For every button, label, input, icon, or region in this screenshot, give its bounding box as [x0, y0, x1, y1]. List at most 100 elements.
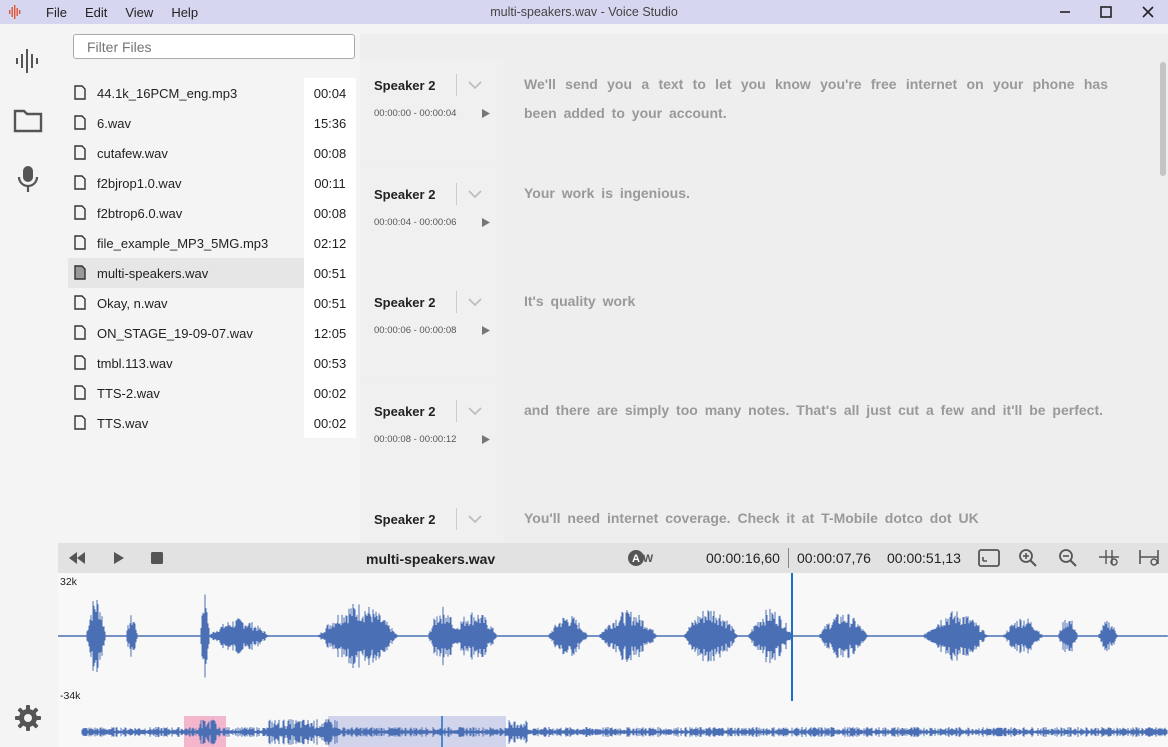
speaker-separator — [456, 399, 457, 422]
waveform-icon — [16, 49, 38, 73]
chevron-down-icon[interactable] — [468, 514, 482, 524]
file-name-cell[interactable]: file_example_MP3_5MG.mp3 — [68, 228, 304, 258]
speaker-separator — [456, 508, 457, 530]
file-list-item[interactable]: tmbl.113.wav 00:53 — [68, 348, 356, 378]
window-title: multi-speakers.wav - Voice Studio — [490, 5, 678, 19]
maximize-button[interactable] — [1094, 2, 1118, 22]
close-button[interactable] — [1136, 2, 1160, 22]
overview-waveform[interactable] — [58, 713, 1168, 747]
nav-record-button[interactable] — [12, 163, 44, 195]
file-list-item[interactable]: cutafew.wav 00:08 — [68, 138, 356, 168]
minimize-button[interactable] — [1053, 2, 1077, 22]
segment-text[interactable]: It's quality work — [524, 287, 1108, 316]
file-name-cell[interactable]: 6.wav — [68, 108, 304, 138]
zoom-in-icon[interactable] — [1018, 548, 1038, 568]
file-duration: 00:08 — [304, 138, 356, 168]
main-waveform[interactable] — [58, 573, 1168, 703]
file-name: file_example_MP3_5MG.mp3 — [97, 236, 269, 251]
segment-header: Speaker 2 00:00:06 - 00:00:08 — [360, 275, 503, 383]
file-icon — [74, 415, 86, 430]
file-list-item[interactable]: file_example_MP3_5MG.mp3 02:12 — [68, 228, 356, 258]
file-name-cell[interactable]: f2bjrop1.0.wav — [68, 168, 304, 198]
file-name-cell[interactable]: 44.1k_16PCM_eng.mp3 — [68, 78, 304, 108]
close-icon — [1142, 6, 1154, 18]
settings-gear-icon[interactable] — [12, 702, 44, 734]
file-duration: 02:12 — [304, 228, 356, 258]
chevron-down-icon[interactable] — [468, 80, 482, 90]
speaker-label[interactable]: Speaker 2 — [374, 187, 435, 202]
file-name: tmbl.113.wav — [97, 356, 173, 371]
segment-play-icon[interactable] — [482, 434, 490, 444]
microphone-icon — [17, 166, 39, 192]
segment-time: 00:00:06 - 00:00:08 — [374, 325, 457, 336]
zoom-fit-width-icon[interactable] — [1138, 548, 1160, 568]
file-name: cutafew.wav — [97, 146, 168, 161]
file-list-item[interactable]: f2bjrop1.0.wav 00:11 — [68, 168, 356, 198]
nav-files-button[interactable] — [12, 104, 44, 136]
left-nav-bar — [0, 24, 56, 747]
file-list-item[interactable]: TTS-2.wav 00:02 — [68, 378, 356, 408]
chevron-down-icon[interactable] — [468, 189, 482, 199]
play-button[interactable] — [110, 550, 128, 566]
file-list-item[interactable]: 6.wav 15:36 — [68, 108, 356, 138]
file-list-item[interactable]: ON_STAGE_19-09-07.wav 12:05 — [68, 318, 356, 348]
file-icon — [74, 325, 86, 340]
file-duration: 00:02 — [304, 408, 356, 438]
player-file-name: multi-speakers.wav — [366, 551, 496, 567]
transcript-scrollbar[interactable] — [1160, 62, 1166, 176]
file-icon — [74, 205, 86, 220]
file-icon — [74, 175, 86, 190]
rewind-icon — [69, 552, 85, 564]
segment-text[interactable]: and there are simply too many notes. Tha… — [524, 396, 1108, 425]
total-time: 00:00:51,13 — [887, 550, 961, 566]
file-name-cell[interactable]: f2btrop6.0.wav — [68, 198, 304, 228]
file-list-item[interactable]: Okay, n.wav 00:51 — [68, 288, 356, 318]
speaker-label[interactable]: Speaker 2 — [374, 512, 435, 527]
time-divider — [788, 548, 789, 568]
segment-text[interactable]: Your work is ingenious. — [524, 179, 1108, 208]
file-name-cell[interactable]: TTS-2.wav — [68, 378, 304, 408]
segment-play-icon[interactable] — [482, 109, 490, 118]
file-duration: 00:02 — [304, 378, 356, 408]
folder-icon — [13, 109, 43, 133]
file-duration: 00:11 — [304, 168, 356, 198]
current-time: 00:00:16,60 — [706, 550, 780, 566]
file-list-item[interactable]: multi-speakers.wav 00:51 — [68, 258, 356, 288]
file-icon — [74, 265, 86, 280]
waveform-panel[interactable]: 32k -34k — [58, 573, 1168, 747]
player-toolbar: multi-speakers.wav A W 00:00:16,60 00:00… — [58, 543, 1168, 573]
file-list-item[interactable]: f2btrop6.0.wav 00:08 — [68, 198, 356, 228]
segment-text[interactable]: We'll send you a text to let you know yo… — [524, 70, 1108, 128]
speaker-label[interactable]: Speaker 2 — [374, 404, 435, 419]
zoom-out-icon[interactable] — [1058, 548, 1078, 568]
segment-play-icon[interactable] — [482, 217, 490, 227]
file-name: Okay, n.wav — [97, 296, 168, 311]
transcript-segment: Speaker 2 00:00:06 - 00:00:08 It's quality… — [360, 275, 1160, 383]
file-name-cell[interactable]: TTS.wav — [68, 408, 304, 438]
filter-files-input[interactable] — [73, 34, 355, 59]
file-name: f2btrop6.0.wav — [97, 206, 183, 221]
file-list-item[interactable]: TTS.wav 00:02 — [68, 408, 356, 438]
file-name-cell[interactable]: Okay, n.wav — [68, 288, 304, 318]
chevron-down-icon[interactable] — [468, 406, 482, 416]
file-name-cell[interactable]: multi-speakers.wav — [68, 258, 304, 288]
speaker-label[interactable]: Speaker 2 — [374, 295, 435, 310]
nav-waveform-button[interactable] — [12, 45, 44, 77]
segment-text[interactable]: You'll need internet coverage. Check it … — [524, 504, 1108, 533]
zoom-selection-icon[interactable] — [1098, 548, 1120, 568]
fit-window-icon[interactable] — [978, 548, 1000, 568]
file-name-cell[interactable]: cutafew.wav — [68, 138, 304, 168]
chevron-down-icon[interactable] — [468, 297, 482, 307]
segment-play-icon[interactable] — [482, 326, 490, 335]
rewind-button[interactable] — [68, 550, 86, 566]
speaker-label[interactable]: Speaker 2 — [374, 78, 435, 93]
stop-button[interactable] — [148, 550, 166, 566]
file-list-item[interactable]: 44.1k_16PCM_eng.mp3 00:04 — [68, 78, 356, 108]
file-name: ON_STAGE_19-09-07.wav — [97, 326, 253, 341]
file-name: 6.wav — [97, 116, 131, 131]
transcript-segment: Speaker 2 00:00:08 - 00:00:12 and there ar… — [360, 383, 1160, 492]
auto-word-icon[interactable]: A W — [628, 549, 654, 567]
file-duration: 00:51 — [304, 258, 356, 288]
file-name-cell[interactable]: tmbl.113.wav — [68, 348, 304, 378]
file-name-cell[interactable]: ON_STAGE_19-09-07.wav — [68, 318, 304, 348]
